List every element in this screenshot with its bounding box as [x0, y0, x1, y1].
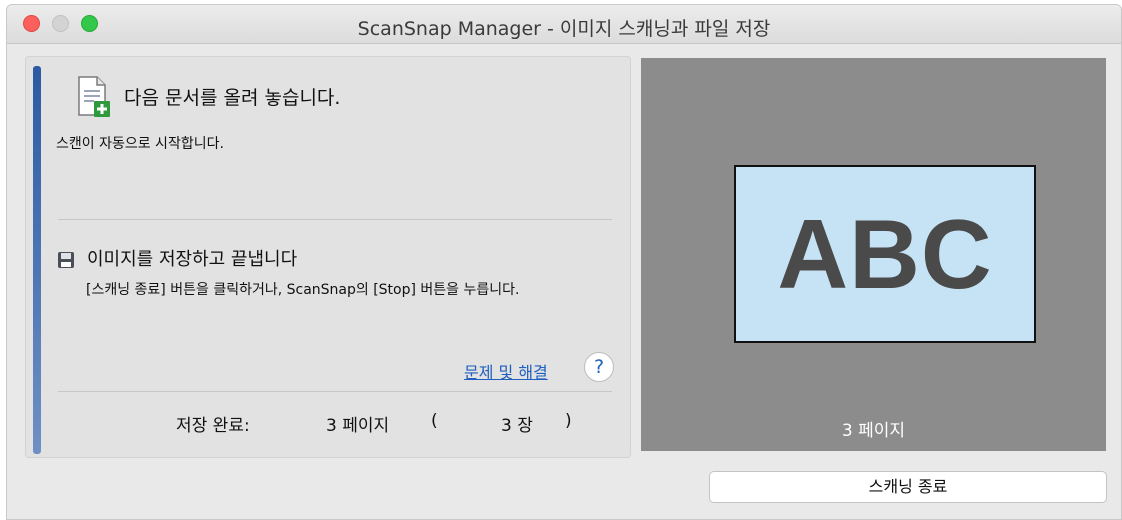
scan-preview-panel: ABC 3 페이지 [641, 58, 1106, 451]
preview-page-count: 3 페이지 [841, 421, 906, 441]
saved-page-count: 3 페이지 [326, 416, 390, 436]
saved-sheet-count: 3 장 [501, 416, 533, 436]
paren-open: ( [431, 411, 438, 431]
page-content-text: ABC [777, 199, 993, 309]
scanned-page-thumbnail: ABC [734, 165, 1036, 343]
window-title: ScanSnap Manager - 이미지 스캐닝과 파일 저장 [357, 18, 771, 40]
divider [58, 219, 612, 220]
troubleshooting-link[interactable]: 문제 및 해결 [464, 359, 548, 383]
saved-status-label: 저장 완료: [176, 416, 250, 436]
scansnap-window: ScanSnap Manager - 이미지 스캐닝과 파일 저장 다음 문서를… [6, 4, 1122, 520]
title-bar: ScanSnap Manager - 이미지 스캐닝과 파일 저장 [7, 5, 1121, 44]
progress-accent-bar [33, 66, 41, 454]
step1-description: 스캔이 자동으로 시작합니다. [56, 136, 224, 152]
divider [58, 391, 612, 392]
step1-title: 다음 문서를 올려 놓습니다. [124, 87, 341, 109]
paren-close: ) [565, 411, 572, 431]
help-button[interactable]: ? [584, 352, 614, 382]
instructions-panel: 다음 문서를 올려 놓습니다. 스캔이 자동으로 시작합니다. 이미지를 저장하… [25, 56, 631, 458]
finish-scanning-button[interactable]: 스캐닝 종료 [709, 471, 1107, 503]
floppy-disk-icon [58, 252, 74, 268]
step2-title: 이미지를 저장하고 끝냅니다 [87, 249, 298, 270]
document-add-icon [78, 76, 110, 117]
step2-description: [스캐닝 종료] 버튼을 클릭하거나, ScanSnap의 [Stop] 버튼을… [86, 282, 520, 298]
